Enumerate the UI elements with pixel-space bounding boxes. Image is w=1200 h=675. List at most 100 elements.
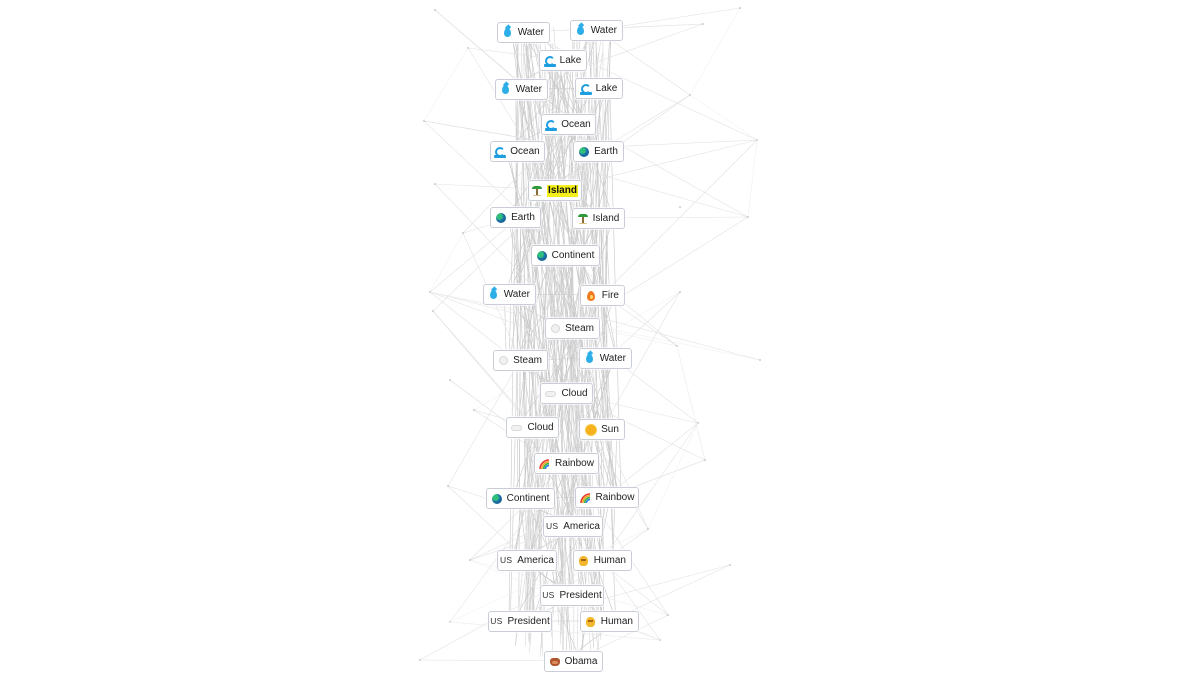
card-label: Obama	[564, 655, 598, 667]
element-card-sun[interactable]: Sun	[579, 419, 625, 440]
element-card-island[interactable]: Island	[572, 208, 625, 229]
element-card-earth[interactable]: Earth	[573, 141, 624, 162]
element-card-human[interactable]: Human	[580, 611, 639, 632]
element-card-fire[interactable]: Fire	[580, 285, 625, 306]
element-card-earth[interactable]: Earth	[490, 207, 541, 228]
card-label: Earth	[594, 145, 618, 157]
card-label: Water	[517, 26, 544, 38]
element-card-water[interactable]: Water	[483, 284, 536, 305]
element-card-ocean[interactable]: Ocean	[541, 114, 596, 135]
element-card-continent[interactable]: Continent	[531, 245, 600, 266]
card-label: Continent	[551, 249, 595, 261]
rainbow-icon	[579, 492, 591, 503]
globe-icon	[536, 250, 547, 261]
element-card-steam[interactable]: Steam	[493, 350, 548, 371]
graph-node-point	[647, 528, 649, 530]
card-label: Ocean	[561, 118, 591, 130]
element-card-steam[interactable]: Steam	[545, 318, 600, 339]
element-card-continent[interactable]: Continent	[486, 488, 555, 509]
element-card-human[interactable]: Human	[573, 550, 632, 571]
water-drop-icon	[576, 25, 586, 36]
water-drop-icon	[503, 27, 513, 38]
card-label: Rainbow	[555, 457, 594, 469]
card-label: Fire	[601, 289, 619, 301]
card-label: Lake	[559, 54, 582, 66]
recipe-edge	[689, 94, 758, 141]
us-flag-icon: US	[542, 590, 555, 601]
card-label: Lake	[595, 82, 618, 94]
graph-node-point	[679, 206, 681, 208]
element-card-president[interactable]: US President	[540, 585, 604, 606]
us-flag-icon: US	[546, 521, 559, 532]
island-icon	[577, 213, 588, 224]
recipe-edge	[601, 428, 649, 530]
graph-node-point	[759, 359, 761, 361]
bear-face-icon	[549, 656, 560, 667]
element-card-water[interactable]: Water	[579, 348, 632, 369]
element-card-water[interactable]: Water	[495, 79, 548, 100]
card-label: Sun	[601, 423, 619, 435]
element-card-cloud[interactable]: Cloud	[540, 383, 593, 404]
card-label: America	[517, 554, 554, 566]
globe-icon	[496, 212, 507, 223]
island-icon	[532, 185, 543, 196]
wave-icon	[545, 119, 558, 131]
element-card-water[interactable]: Water	[497, 22, 550, 43]
fire-icon	[586, 290, 597, 301]
graph-node-point	[667, 614, 669, 616]
element-card-america[interactable]: US America	[497, 550, 557, 571]
wave-icon	[579, 83, 592, 95]
card-label: Ocean	[510, 145, 540, 157]
element-card-lake[interactable]: Lake	[575, 78, 623, 99]
card-label: Water	[599, 352, 626, 364]
human-icon	[579, 555, 589, 566]
graph-edges	[419, 7, 761, 662]
graph-node-point	[702, 23, 704, 25]
recipe-edge	[689, 7, 741, 96]
element-card-lake[interactable]: Lake	[539, 50, 587, 71]
us-flag-icon: US	[500, 555, 513, 566]
element-card-obama[interactable]: Obama	[544, 651, 603, 672]
sun-icon	[585, 424, 596, 435]
recipe-edge	[647, 422, 699, 530]
card-label: Water	[590, 24, 617, 36]
card-label: Cloud	[527, 421, 554, 433]
element-card-rainbow[interactable]: Rainbow	[575, 487, 639, 508]
recipe-edge	[423, 47, 469, 122]
rainbow-icon	[539, 458, 550, 469]
element-card-cloud[interactable]: Cloud	[506, 417, 559, 438]
water-drop-icon	[585, 353, 595, 364]
card-label: Water	[503, 288, 530, 300]
graph-node-point	[419, 659, 421, 661]
steam-icon	[499, 355, 509, 366]
element-card-water[interactable]: Water	[570, 20, 623, 41]
card-label: Cloud	[561, 387, 588, 399]
element-card-ocean[interactable]: Ocean	[490, 141, 545, 162]
cloud-icon	[511, 422, 523, 433]
card-label: Rainbow	[595, 491, 635, 503]
cloud-icon	[545, 388, 557, 399]
water-drop-icon	[489, 289, 499, 300]
card-label: Human	[593, 554, 626, 566]
card-label: America	[563, 520, 600, 532]
card-label: Earth	[511, 211, 535, 223]
steam-icon	[551, 323, 561, 334]
element-card-america[interactable]: US America	[543, 516, 603, 537]
recipe-edge	[747, 139, 758, 218]
water-drop-icon	[501, 84, 511, 95]
graph-node-point	[434, 183, 436, 185]
element-card-island-highlighted[interactable]: Island	[528, 180, 582, 201]
card-label: Island	[592, 212, 620, 224]
graph-node-point	[469, 559, 471, 561]
globe-icon	[579, 146, 590, 157]
graph-node-point	[747, 216, 749, 218]
us-flag-icon: US	[490, 616, 503, 627]
card-label: President	[507, 615, 550, 627]
globe-icon	[491, 493, 502, 504]
graph-node-point	[432, 310, 434, 312]
element-card-president[interactable]: US President	[488, 611, 552, 632]
element-card-rainbow[interactable]: Rainbow	[534, 453, 599, 474]
card-label: Continent	[506, 492, 550, 504]
graph-node-point	[462, 232, 464, 234]
graph-node-point	[704, 459, 706, 461]
